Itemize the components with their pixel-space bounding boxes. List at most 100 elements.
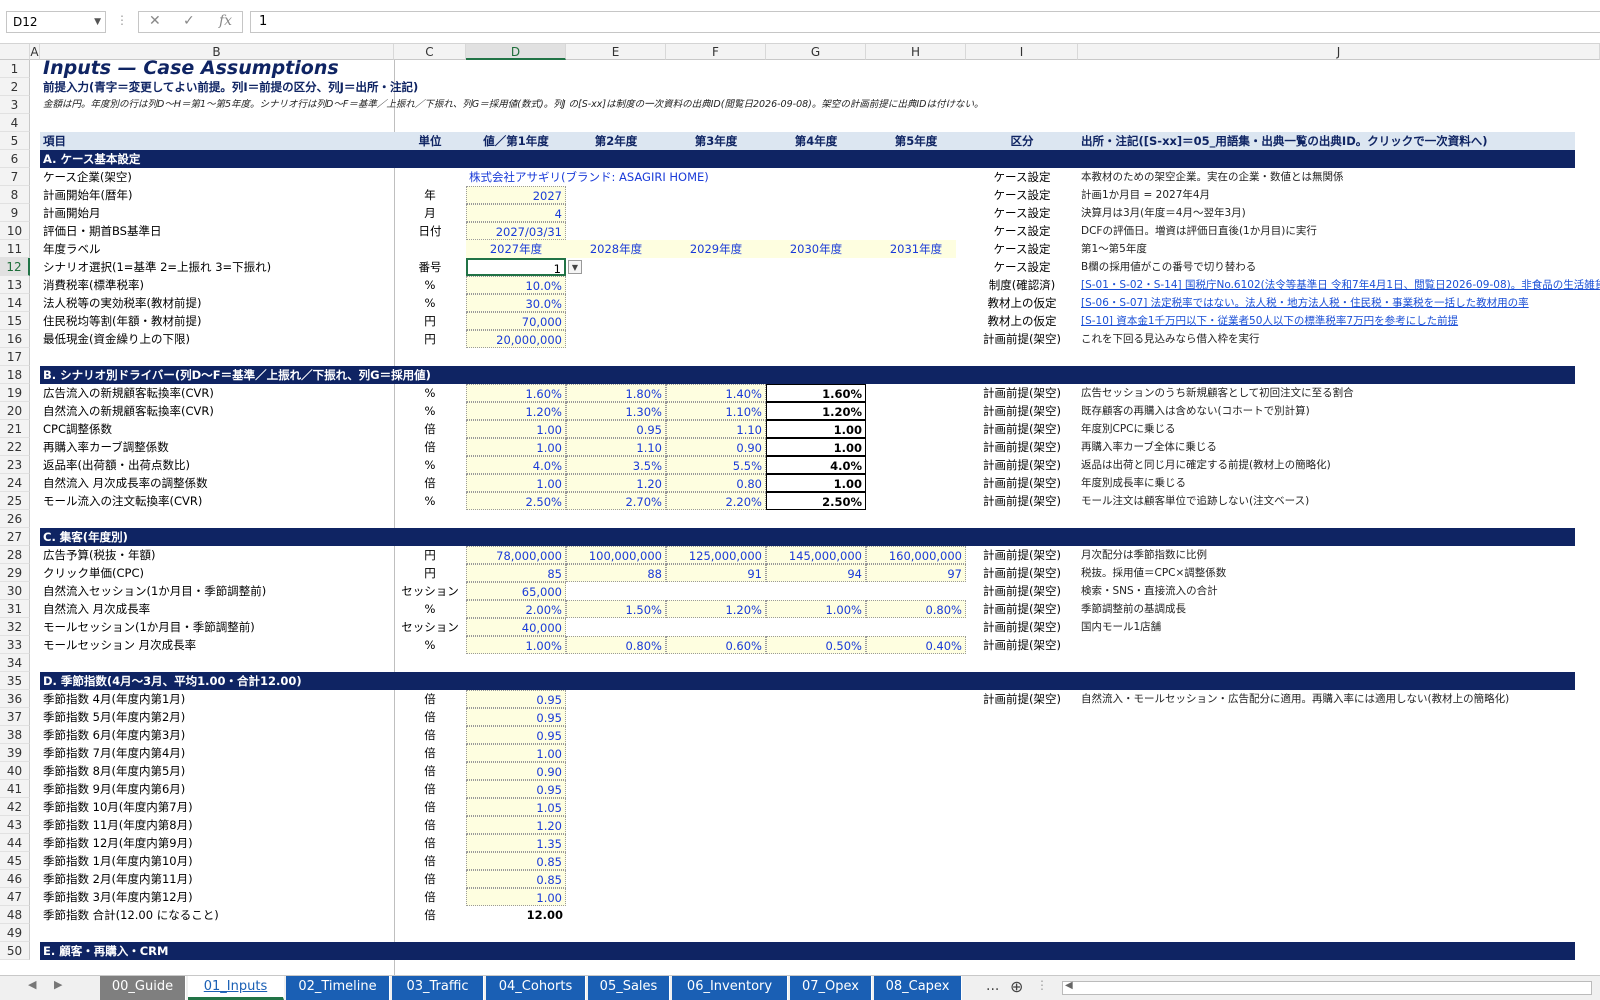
tab-00-guide[interactable]: 00_Guide bbox=[100, 976, 186, 1000]
yearly-input[interactable]: 1.00% bbox=[766, 600, 866, 618]
scenario-downside[interactable]: 1.10% bbox=[666, 402, 766, 420]
note-cell[interactable]: [S-10] 資本金1千万円以下・従業者50人以下の標準税率7万円を参考にした前… bbox=[1078, 312, 1600, 330]
scroll-left-icon[interactable]: ◀ bbox=[1065, 980, 1073, 991]
row-header[interactable]: 50 bbox=[0, 942, 30, 960]
scenario-downside[interactable]: 2.20% bbox=[666, 492, 766, 510]
row-header[interactable]: 35 bbox=[0, 672, 30, 690]
yearly-input[interactable]: 0.50% bbox=[766, 636, 866, 654]
chevron-down-icon[interactable]: ▼ bbox=[94, 12, 101, 32]
scenario-base[interactable]: 4.0% bbox=[466, 456, 566, 474]
row-header[interactable]: 6 bbox=[0, 150, 30, 168]
row-header[interactable]: 39 bbox=[0, 744, 30, 762]
row-header[interactable]: 4 bbox=[0, 114, 30, 132]
tab-07-opex[interactable]: 07_Opex bbox=[790, 976, 872, 1000]
yearly-input[interactable]: 0.80% bbox=[566, 636, 666, 654]
scenario-upside[interactable]: 1.20 bbox=[566, 474, 666, 492]
scenario-upside[interactable]: 1.80% bbox=[566, 384, 666, 402]
yearly-input[interactable]: 160,000,000 bbox=[866, 546, 966, 564]
note-cell[interactable]: [S-06・S-07] 法定税率ではない。法人税・地方法人税・住民税・事業税を一… bbox=[1078, 294, 1600, 312]
row-header[interactable]: 3 bbox=[0, 96, 30, 114]
tab-04-cohorts[interactable]: 04_Cohorts bbox=[486, 976, 586, 1000]
cell-dropdown-chevron-icon[interactable]: ▼ bbox=[568, 260, 582, 274]
scenario-upside[interactable]: 1.30% bbox=[566, 402, 666, 420]
season-index-input[interactable]: 1.00 bbox=[466, 744, 566, 762]
row-header[interactable]: 47 bbox=[0, 888, 30, 906]
row-header[interactable]: 41 bbox=[0, 780, 30, 798]
input-cell[interactable]: 70,000 bbox=[466, 312, 566, 330]
row-header[interactable]: 16 bbox=[0, 330, 30, 348]
yearly-input[interactable]: 1.20% bbox=[666, 600, 766, 618]
input-cell[interactable]: 4 bbox=[466, 204, 566, 222]
row-header[interactable]: 26 bbox=[0, 510, 30, 528]
yearly-input[interactable]: 97 bbox=[866, 564, 966, 582]
yearly-input[interactable]: 91 bbox=[666, 564, 766, 582]
row-header[interactable]: 37 bbox=[0, 708, 30, 726]
row-header[interactable]: 49 bbox=[0, 924, 30, 942]
input-cell[interactable]: 株式会社アサギリ(ブランド: ASAGIRI HOME) bbox=[466, 168, 709, 186]
row-header[interactable]: 29 bbox=[0, 564, 30, 582]
row-header[interactable]: 22 bbox=[0, 438, 30, 456]
scenario-downside[interactable]: 1.10 bbox=[666, 420, 766, 438]
insert-function-icon[interactable]: fx bbox=[219, 13, 232, 29]
row-header[interactable]: 28 bbox=[0, 546, 30, 564]
input-cell[interactable]: 30.0% bbox=[466, 294, 566, 312]
prev-sheet-icon[interactable]: ◀ bbox=[28, 978, 36, 991]
select-all-corner[interactable] bbox=[0, 44, 30, 60]
season-index-input[interactable]: 0.95 bbox=[466, 708, 566, 726]
tab-01-inputs[interactable]: 01_Inputs bbox=[188, 976, 284, 1000]
row-header[interactable]: 40 bbox=[0, 762, 30, 780]
yearly-input[interactable]: 40,000 bbox=[466, 618, 566, 636]
season-index-input[interactable]: 1.35 bbox=[466, 834, 566, 852]
cancel-icon[interactable]: ✕ bbox=[149, 13, 161, 29]
row-header[interactable]: 1 bbox=[0, 60, 30, 78]
scenario-base[interactable]: 2.50% bbox=[466, 492, 566, 510]
row-header[interactable]: 18 bbox=[0, 366, 30, 384]
scenario-base[interactable]: 1.00 bbox=[466, 474, 566, 492]
row-header[interactable]: 8 bbox=[0, 186, 30, 204]
season-index-input[interactable]: 0.90 bbox=[466, 762, 566, 780]
scenario-upside[interactable]: 0.95 bbox=[566, 420, 666, 438]
scenario-base[interactable]: 1.00 bbox=[466, 438, 566, 456]
row-header[interactable]: 34 bbox=[0, 654, 30, 672]
horizontal-scrollbar[interactable]: ◀ bbox=[1062, 980, 1592, 995]
row-header[interactable]: 30 bbox=[0, 582, 30, 600]
row-header[interactable]: 5 bbox=[0, 132, 30, 150]
row-header[interactable]: 24 bbox=[0, 474, 30, 492]
scenario-upside[interactable]: 2.70% bbox=[566, 492, 666, 510]
column-header-h[interactable]: H bbox=[866, 44, 966, 60]
column-header-f[interactable]: F bbox=[666, 44, 766, 60]
note-cell[interactable]: [S-01・S-02・S-14] 国税庁No.6102(法令等基準日 令和7年4… bbox=[1078, 276, 1600, 294]
row-header[interactable]: 19 bbox=[0, 384, 30, 402]
row-header[interactable]: 45 bbox=[0, 852, 30, 870]
row-header[interactable]: 10 bbox=[0, 222, 30, 240]
tab-06-inventory[interactable]: 06_Inventory bbox=[672, 976, 788, 1000]
season-index-input[interactable]: 1.00 bbox=[466, 888, 566, 906]
season-index-input[interactable]: 1.20 bbox=[466, 816, 566, 834]
column-header-i[interactable]: I bbox=[966, 44, 1078, 60]
yearly-input[interactable]: 2.00% bbox=[466, 600, 566, 618]
row-header[interactable]: 44 bbox=[0, 834, 30, 852]
season-index-input[interactable]: 0.85 bbox=[466, 852, 566, 870]
yearly-input[interactable]: 0.60% bbox=[666, 636, 766, 654]
column-header-g[interactable]: G bbox=[766, 44, 866, 60]
season-index-input[interactable]: 0.95 bbox=[466, 726, 566, 744]
row-header[interactable]: 46 bbox=[0, 870, 30, 888]
tab-03-traffic[interactable]: 03_Traffic bbox=[392, 976, 484, 1000]
yearly-input[interactable]: 88 bbox=[566, 564, 666, 582]
row-header[interactable]: 42 bbox=[0, 798, 30, 816]
next-sheet-icon[interactable]: ▶ bbox=[54, 978, 62, 991]
yearly-input[interactable]: 0.80% bbox=[866, 600, 966, 618]
formula-input[interactable]: 1 bbox=[250, 11, 1600, 33]
input-cell[interactable]: 10.0% bbox=[466, 276, 566, 294]
season-index-input[interactable]: 1.05 bbox=[466, 798, 566, 816]
yearly-input[interactable]: 0.40% bbox=[866, 636, 966, 654]
yearly-input[interactable]: 78,000,000 bbox=[466, 546, 566, 564]
scenario-downside[interactable]: 5.5% bbox=[666, 456, 766, 474]
row-header[interactable]: 11 bbox=[0, 240, 30, 258]
season-index-input[interactable]: 0.95 bbox=[466, 780, 566, 798]
row-header[interactable]: 36 bbox=[0, 690, 30, 708]
yearly-input[interactable]: 145,000,000 bbox=[766, 546, 866, 564]
column-header-d[interactable]: D bbox=[466, 44, 566, 60]
row-header[interactable]: 25 bbox=[0, 492, 30, 510]
row-header[interactable]: 38 bbox=[0, 726, 30, 744]
